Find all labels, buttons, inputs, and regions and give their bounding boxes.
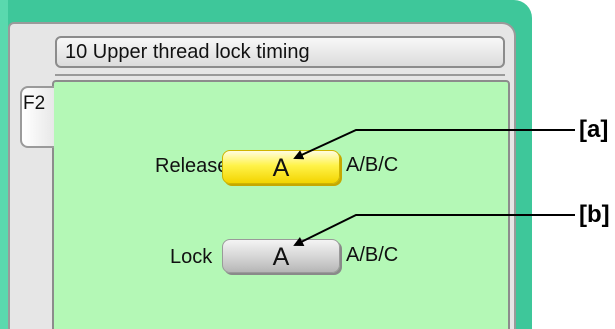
callout-leader-lines bbox=[293, 129, 575, 246]
callout-b-line bbox=[293, 214, 575, 246]
callout-a-label: [a] bbox=[579, 116, 609, 143]
callout-b-label: [b] bbox=[579, 201, 610, 228]
callout-a-line bbox=[293, 129, 575, 160]
